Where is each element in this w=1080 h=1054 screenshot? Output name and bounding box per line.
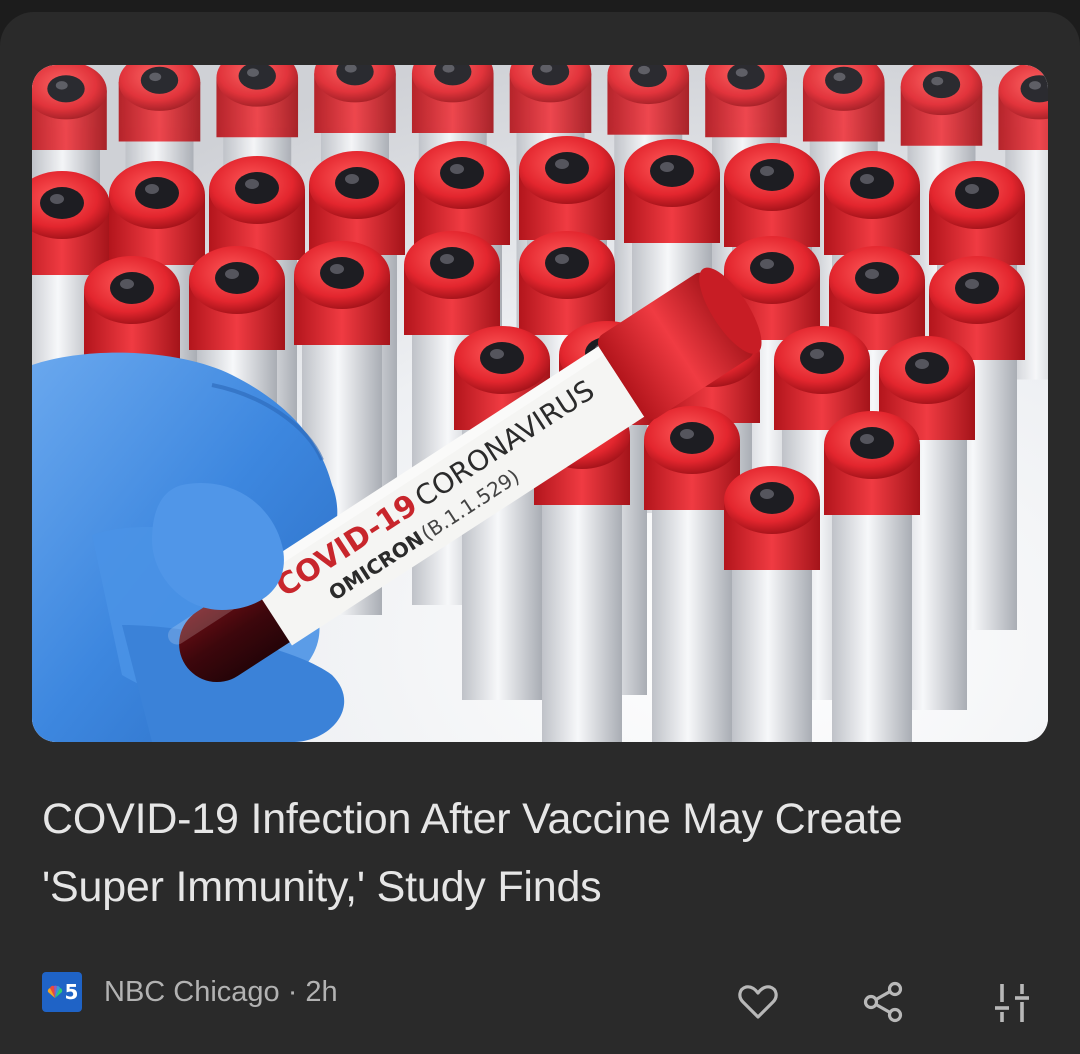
article-meta: 5 NBC Chicago · 2h (42, 970, 338, 1014)
news-card[interactable]: COVID-19 CORONAVIRUS OMICRON (B.1.1.529)… (0, 12, 1080, 1054)
heart-icon (738, 985, 778, 1019)
like-button[interactable] (734, 978, 782, 1026)
test-tube-photo: COVID-19 CORONAVIRUS OMICRON (B.1.1.529) (32, 65, 1048, 742)
tune-icon (995, 984, 1029, 1022)
meta-separator: · (287, 975, 298, 1008)
article-age: 2h (305, 975, 338, 1008)
article-image[interactable]: COVID-19 CORONAVIRUS OMICRON (B.1.1.529) (32, 65, 1048, 742)
share-icon (863, 981, 903, 1023)
article-headline[interactable]: COVID-19 Infection After Vaccine May Cre… (42, 785, 1002, 921)
share-button[interactable] (860, 978, 908, 1026)
source-logo: 5 (42, 972, 82, 1012)
more-options-button[interactable] (988, 978, 1036, 1026)
peacock-icon (47, 985, 62, 998)
source-name[interactable]: NBC Chicago (104, 976, 280, 1009)
source-logo-number: 5 (64, 980, 79, 1004)
